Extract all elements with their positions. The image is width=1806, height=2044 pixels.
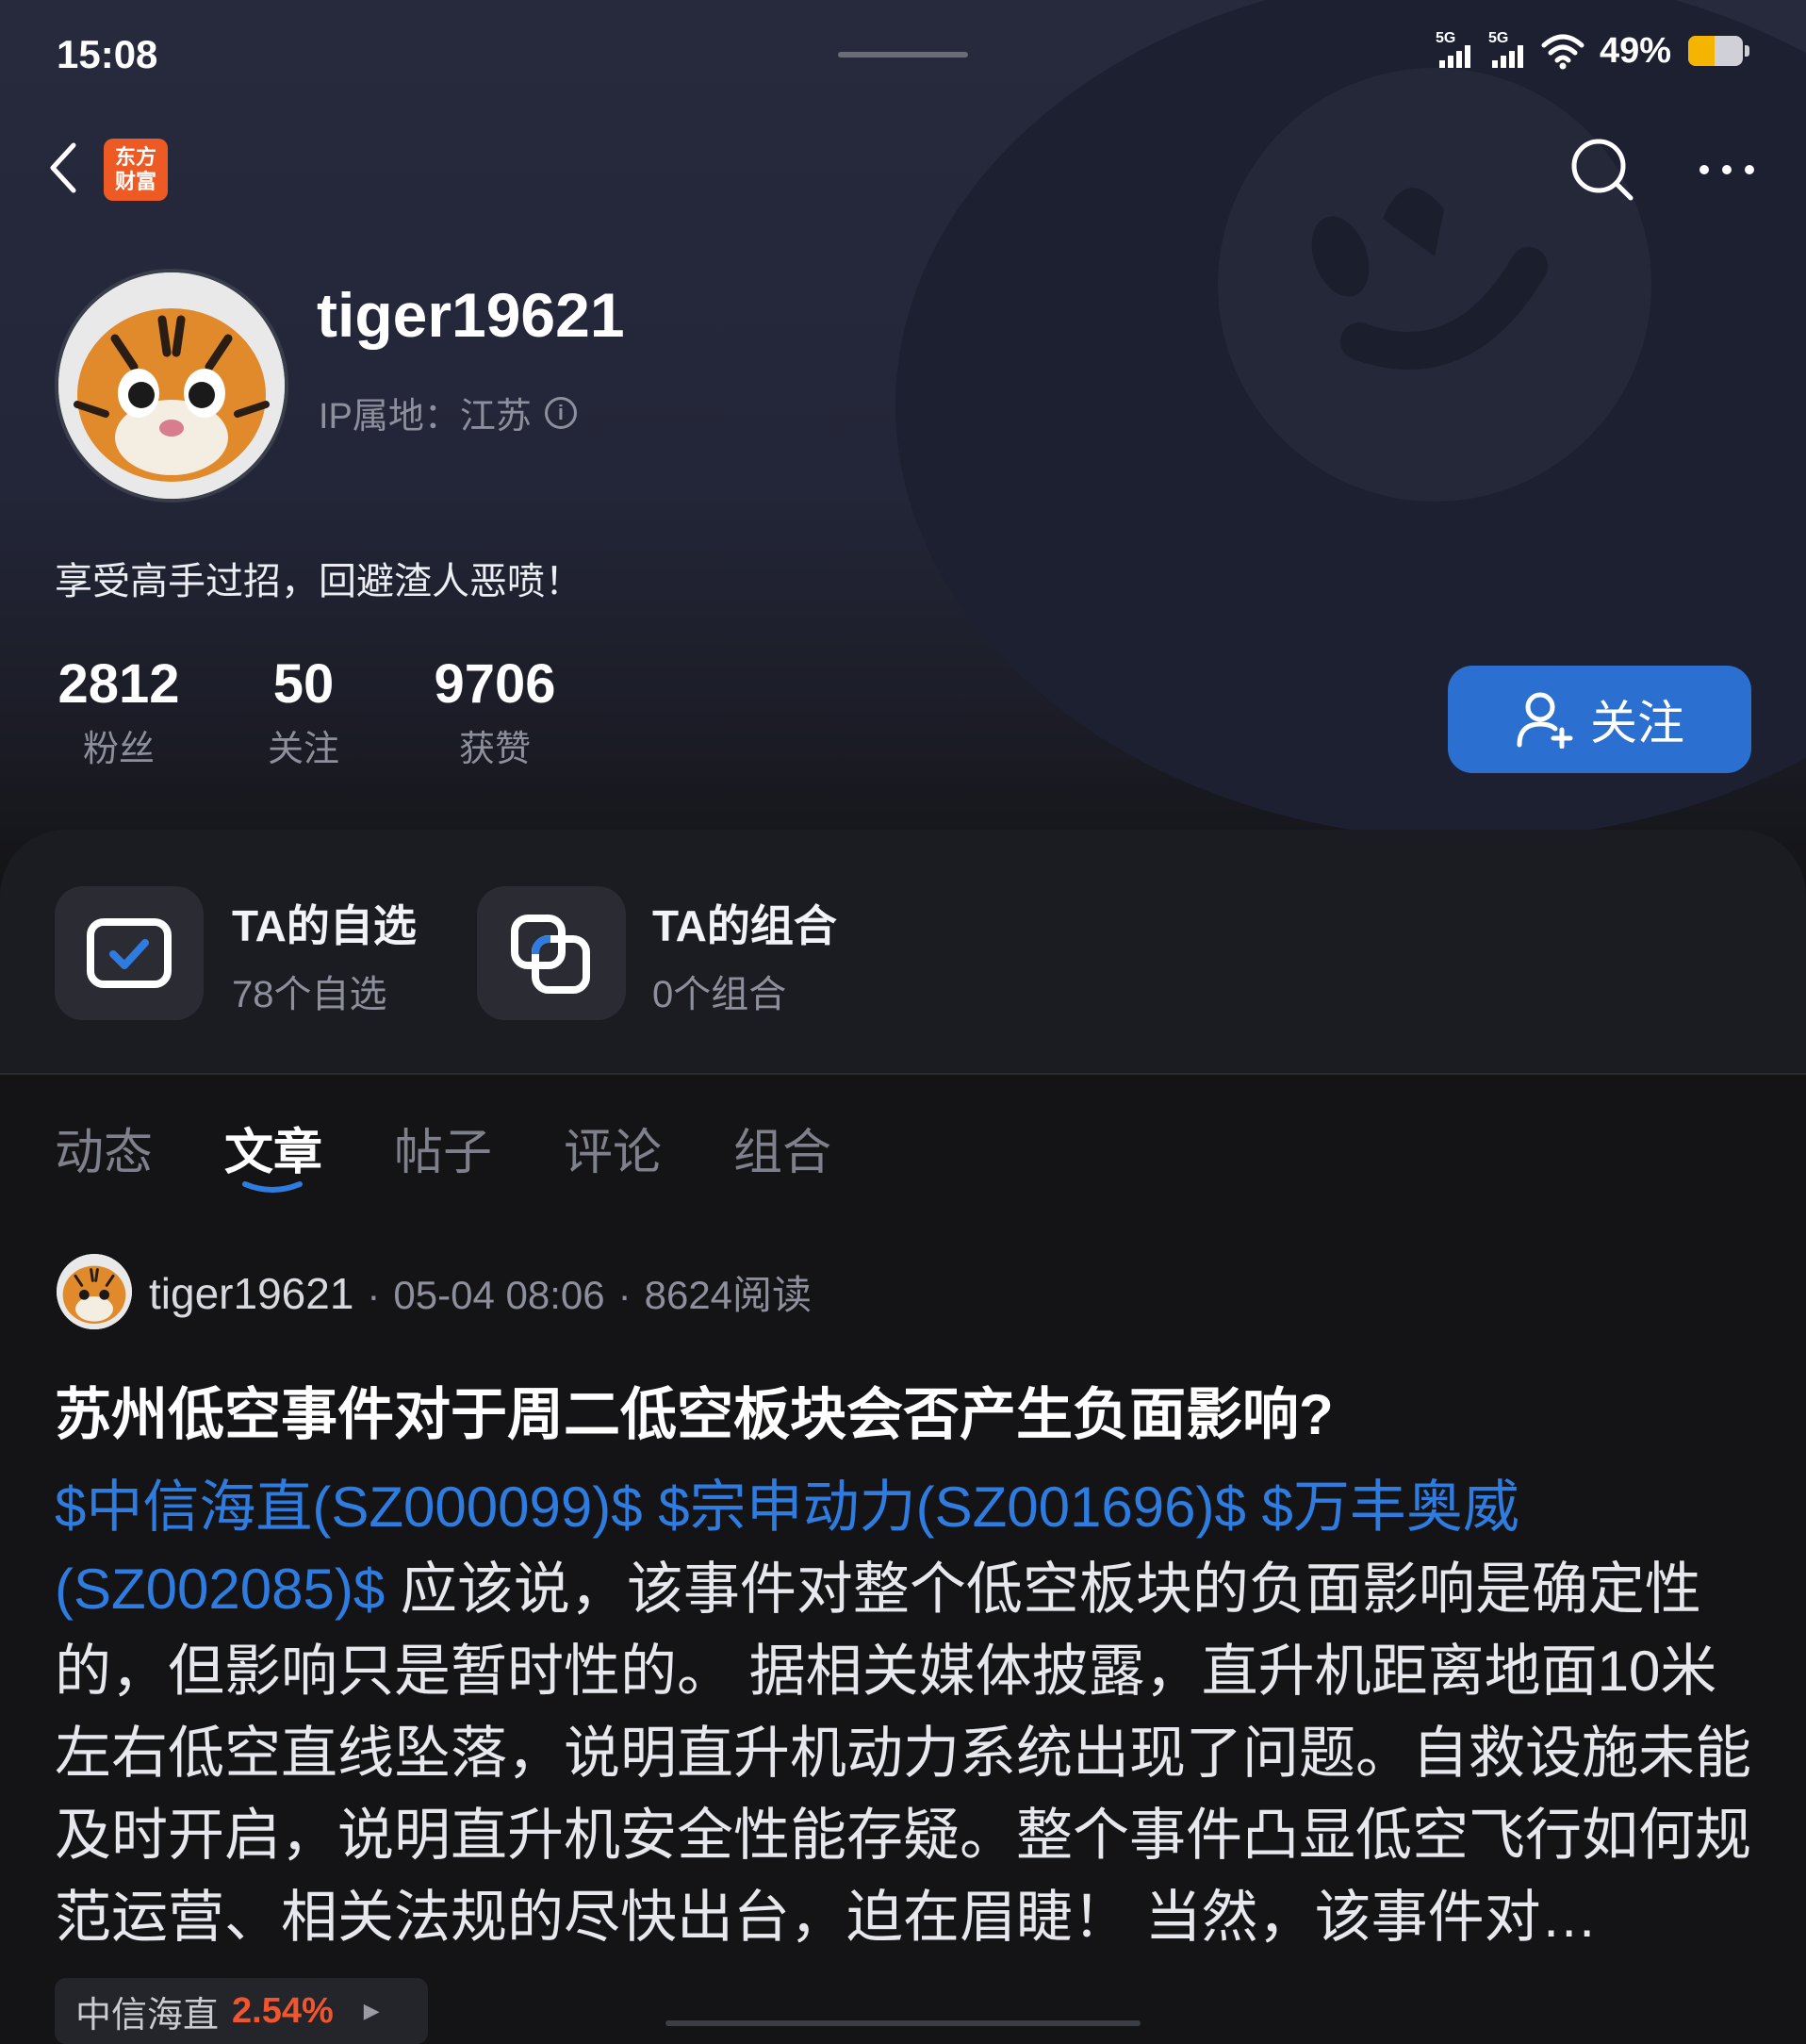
watchlist-card-subtitle: 78个自选 — [232, 974, 387, 1015]
section-divider — [0, 1073, 1806, 1075]
status-time: 15:08 — [57, 32, 158, 76]
profile-avatar[interactable] — [55, 269, 288, 503]
stat-value: 50 — [272, 653, 335, 715]
wifi-icon — [1541, 34, 1584, 70]
profile-bio: 享受高手过招，回避渣人恶喷！ — [55, 561, 583, 602]
app-logo: 东方 财富 — [104, 139, 168, 201]
post-time: 05-04 08:06 — [393, 1273, 605, 1317]
stat-label: 粉丝 — [82, 730, 155, 769]
chevron-left-icon[interactable] — [41, 140, 89, 196]
stock-tag-change: 2.54% — [232, 1990, 334, 2031]
portfolio-icon — [511, 915, 590, 994]
tiger-avatar-icon — [58, 272, 285, 499]
stat-following[interactable]: 50 关注 — [254, 652, 353, 771]
post-body[interactable]: $中信海直(SZ000099)$ $宗申动力(SZ001696)$ $万丰奥威(… — [55, 1466, 1770, 1958]
stock-quote-tag[interactable]: 中信海直 2.54% ▶ — [55, 1978, 428, 2044]
portfolio-card-icon-box[interactable] — [477, 886, 626, 1020]
signal-icon: 5G — [1436, 30, 1479, 72]
watchlist-check-icon — [87, 918, 172, 988]
watchlist-card-icon-box[interactable] — [55, 886, 204, 1020]
post-meta: tiger19621 · 05-04 08:06 · 8624阅读 — [149, 1263, 812, 1321]
meta-separator: · — [617, 1273, 632, 1317]
tab-comments[interactable]: 评论 — [564, 1113, 662, 1183]
signal-5g-label: 5G — [1487, 30, 1509, 46]
post-author-avatar[interactable] — [57, 1254, 132, 1329]
add-user-icon — [1517, 692, 1573, 749]
stat-label: 关注 — [267, 730, 339, 769]
top-drag-handle[interactable] — [838, 52, 968, 58]
stat-likes[interactable]: 9706 获赞 — [424, 652, 566, 771]
post-author[interactable]: tiger19621 — [149, 1268, 353, 1319]
profile-username: tiger19621 — [317, 280, 625, 350]
battery-icon — [1688, 36, 1743, 66]
decorative-smiley-icon — [1218, 68, 1651, 502]
tab-posts[interactable]: 帖子 — [394, 1113, 492, 1183]
ip-location: IP属地：江苏 i — [319, 387, 577, 438]
tiger-avatar-icon — [57, 1254, 132, 1329]
more-icon[interactable] — [1697, 149, 1757, 190]
tab-activity[interactable]: 动态 — [55, 1113, 153, 1183]
watchlist-card-title[interactable]: TA的自选 — [232, 892, 417, 954]
signal-5g-label: 5G — [1435, 30, 1456, 46]
stock-tag-name: 中信海直 — [75, 1995, 220, 2036]
triangle-right-icon: ▶ — [363, 1999, 380, 2022]
post-reads: 8624阅读 — [644, 1273, 813, 1317]
signal-icon: 5G — [1488, 30, 1532, 72]
logo-text-line2: 财富 — [114, 170, 156, 193]
info-icon[interactable]: i — [544, 396, 577, 429]
stat-fans[interactable]: 2812 粉丝 — [55, 652, 183, 771]
search-icon[interactable] — [1567, 134, 1638, 206]
stat-value: 9706 — [434, 653, 556, 715]
status-icons: 5G 5G 49% — [1436, 30, 1749, 72]
stock-link[interactable]: $宗申动力(SZ001696)$ — [658, 1475, 1246, 1539]
active-tab-indicator — [242, 1181, 303, 1193]
stat-value: 2812 — [57, 653, 180, 715]
post-title[interactable]: 苏州低空事件对于周二低空板块会否产生负面影响? — [55, 1369, 1334, 1451]
tab-articles[interactable]: 文章 — [224, 1113, 322, 1183]
home-indicator[interactable] — [665, 2020, 1141, 2026]
battery-percent: 49% — [1599, 30, 1671, 71]
tab-portfolios[interactable]: 组合 — [733, 1113, 831, 1183]
battery-cap — [1745, 45, 1749, 57]
stat-label: 获赞 — [458, 730, 531, 769]
portfolio-card-subtitle: 0个组合 — [652, 974, 787, 1015]
stock-link[interactable]: $中信海直(SZ000099)$ — [55, 1475, 643, 1539]
portfolio-card-title[interactable]: TA的组合 — [652, 892, 837, 954]
logo-text-line1: 东方 — [114, 145, 156, 169]
ip-location-text: IP属地：江苏 — [319, 397, 532, 437]
status-bar: 15:08 5G 5G 49% — [0, 0, 1806, 113]
follow-button-label: 关注 — [1590, 697, 1684, 750]
follow-button[interactable]: 关注 — [1448, 666, 1751, 773]
meta-separator: · — [367, 1273, 381, 1317]
